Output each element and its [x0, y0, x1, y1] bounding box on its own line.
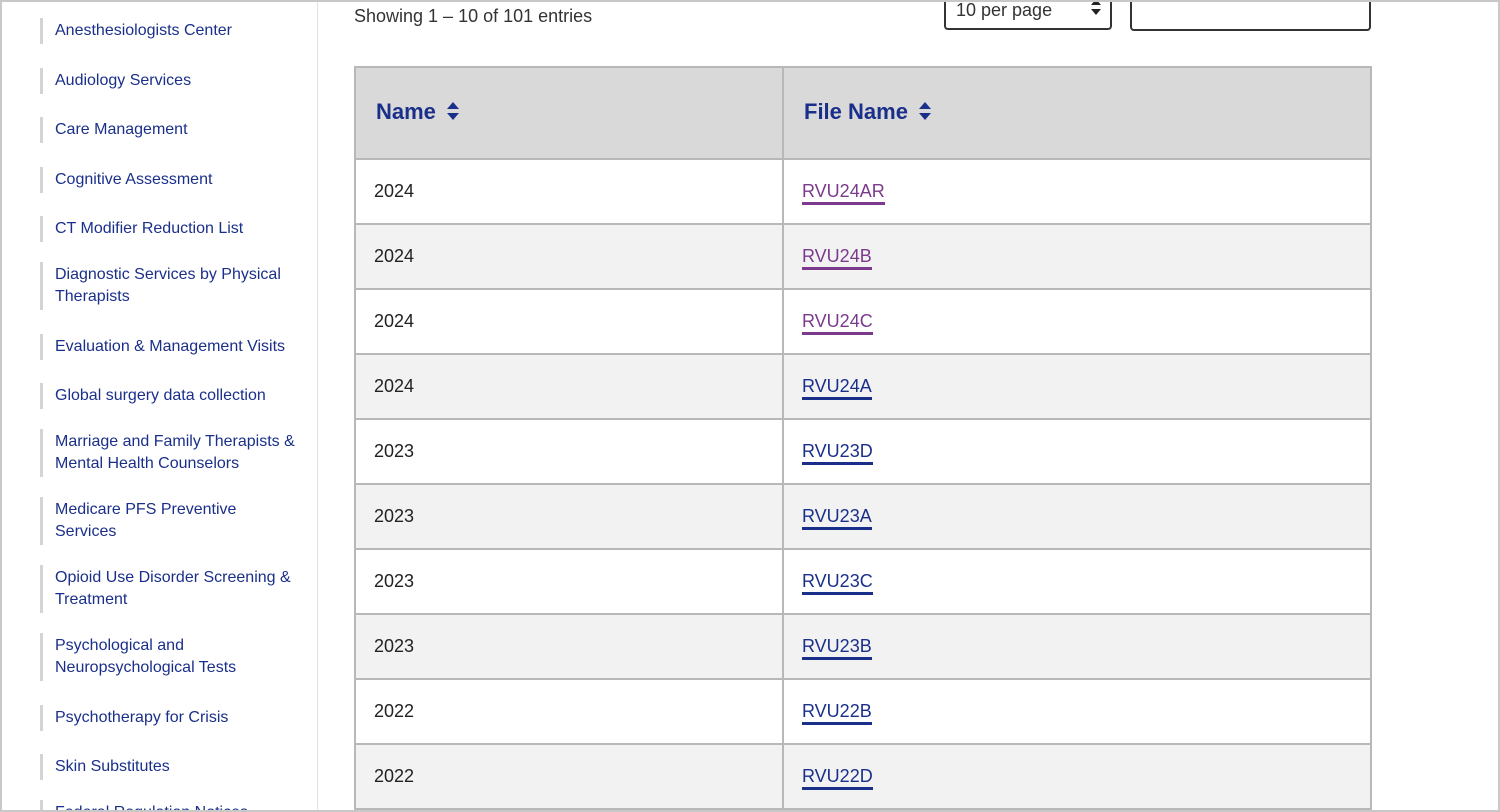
file-link[interactable]: RVU24AR: [802, 181, 885, 205]
table-row: 2023 RVU23D: [354, 418, 1372, 485]
file-link[interactable]: RVU23D: [802, 441, 873, 465]
sidebar-item-label: Opioid Use Disorder Screening & Treatmen…: [55, 569, 291, 608]
file-link[interactable]: RVU24A: [802, 376, 872, 400]
file-link[interactable]: RVU23A: [802, 506, 872, 530]
file-name-cell: RVU23B: [782, 613, 1372, 680]
name-cell: 2024: [354, 353, 784, 420]
sidebar-item-label: Diagnostic Services by Physical Therapis…: [55, 266, 281, 305]
sidebar-item-diagnostic-services[interactable]: Diagnostic Services by Physical Therapis…: [40, 262, 302, 310]
sidebar-item-anesthesiologists-center[interactable]: Anesthesiologists Center: [40, 18, 302, 44]
sidebar-item-federal-regulation[interactable]: Federal Regulation Notices: [40, 800, 302, 812]
table-row: 2023 RVU23C: [354, 548, 1372, 615]
search-input[interactable]: [1130, 0, 1371, 31]
file-name-cell: RVU24B: [782, 223, 1372, 290]
file-name-cell: RVU23D: [782, 418, 1372, 485]
sidebar-item-marriage-family-therapists[interactable]: Marriage and Family Therapists & Mental …: [40, 429, 302, 477]
sort-updown-icon: [446, 101, 460, 127]
sidebar-item-audiology-services[interactable]: Audiology Services: [40, 68, 302, 94]
sidebar-item-label: Skin Substitutes: [55, 758, 170, 775]
column-header-label: Name: [376, 99, 436, 125]
name-cell: 2023: [354, 483, 784, 550]
sidebar-item-label: Marriage and Family Therapists & Mental …: [55, 433, 295, 472]
sidebar-item-label: Audiology Services: [55, 72, 192, 89]
sidebar-item-care-management[interactable]: Care Management: [40, 117, 302, 143]
sidebar-item-label: Federal Regulation Notices: [55, 804, 248, 812]
sidebar-item-label: Evaluation & Management Visits: [55, 338, 286, 355]
main-content: Showing 1 – 10 of 101 entries 10 per pag…: [318, 0, 1500, 812]
sort-updown-icon: [918, 101, 932, 127]
name-cell: 2023: [354, 418, 784, 485]
table-header-row: Name File Name: [354, 66, 1372, 160]
sidebar-item-label: Medicare PFS Preventive Services: [55, 501, 237, 540]
sidebar-item-label: Psychotherapy for Crisis: [55, 709, 229, 726]
file-name-cell: RVU23C: [782, 548, 1372, 615]
sidebar-item-cognitive-assessment[interactable]: Cognitive Assessment: [40, 167, 302, 193]
sidebar-item-label: CT Modifier Reduction List: [55, 220, 244, 237]
sidebar-item-label: Psychological and Neuropsychological Tes…: [55, 637, 237, 676]
name-cell: 2024: [354, 223, 784, 290]
sidebar-item-ct-modifier[interactable]: CT Modifier Reduction List: [40, 216, 302, 242]
entries-count: Showing 1 – 10 of 101 entries: [354, 6, 593, 26]
sidebar-item-evaluation-management[interactable]: Evaluation & Management Visits: [40, 334, 302, 360]
sidebar-item-global-surgery[interactable]: Global surgery data collection: [40, 383, 302, 409]
sidebar-item-opioid-use[interactable]: Opioid Use Disorder Screening & Treatmen…: [40, 565, 302, 613]
table-row: 2024 RVU24B: [354, 223, 1372, 290]
file-name-cell: RVU24A: [782, 353, 1372, 420]
table-row: 2023 RVU23A: [354, 483, 1372, 550]
file-name-cell: RVU22D: [782, 743, 1372, 810]
file-link[interactable]: RVU23C: [802, 571, 873, 595]
file-link[interactable]: RVU22B: [802, 701, 872, 725]
table-row: 2024 RVU24C: [354, 288, 1372, 355]
file-name-cell: RVU24C: [782, 288, 1372, 355]
table-row: 2024 RVU24A: [354, 353, 1372, 420]
table-row: 2023 RVU23B: [354, 613, 1372, 680]
sidebar-item-psychotherapy-crisis[interactable]: Psychotherapy for Crisis: [40, 705, 302, 731]
sidebar-item-label: Care Management: [55, 121, 188, 138]
file-name-cell: RVU23A: [782, 483, 1372, 550]
file-name-cell: RVU24AR: [782, 158, 1372, 225]
name-cell: 2022: [354, 743, 784, 810]
file-link[interactable]: RVU24C: [802, 311, 873, 335]
per-page-select[interactable]: 10 per page: [944, 0, 1112, 30]
per-page-value: 10 per page: [956, 0, 1053, 20]
sidebar-item-label: Anesthesiologists Center: [55, 22, 232, 39]
sidebar-item-label: Global surgery data collection: [55, 387, 266, 404]
table-row: 2024 RVU24AR: [354, 158, 1372, 225]
chevron-updown-icon: [1090, 0, 1102, 21]
column-header-file-name[interactable]: File Name: [782, 66, 1372, 160]
name-cell: 2024: [354, 288, 784, 355]
sidebar-item-medicare-pfs[interactable]: Medicare PFS Preventive Services: [40, 497, 302, 545]
name-cell: 2023: [354, 548, 784, 615]
sidebar-item-psychological-tests[interactable]: Psychological and Neuropsychological Tes…: [40, 633, 302, 681]
sidebar-nav: Anesthesiologists Center Audiology Servi…: [0, 0, 318, 812]
name-cell: 2023: [354, 613, 784, 680]
table-row: 2022 RVU22D: [354, 743, 1372, 810]
sidebar-item-label: Cognitive Assessment: [55, 171, 213, 188]
name-cell: 2024: [354, 158, 784, 225]
file-link[interactable]: RVU22D: [802, 766, 873, 790]
name-cell: 2022: [354, 678, 784, 745]
column-header-name[interactable]: Name: [354, 66, 784, 160]
rvu-files-table: Name File Name 2024 RVU24AR 2024 RVU24B …: [354, 66, 1372, 810]
sidebar-item-skin-substitutes[interactable]: Skin Substitutes: [40, 754, 302, 780]
table-row: 2022 RVU22B: [354, 678, 1372, 745]
file-link[interactable]: RVU23B: [802, 636, 872, 660]
file-name-cell: RVU22B: [782, 678, 1372, 745]
column-header-label: File Name: [804, 99, 908, 125]
file-link[interactable]: RVU24B: [802, 246, 872, 270]
